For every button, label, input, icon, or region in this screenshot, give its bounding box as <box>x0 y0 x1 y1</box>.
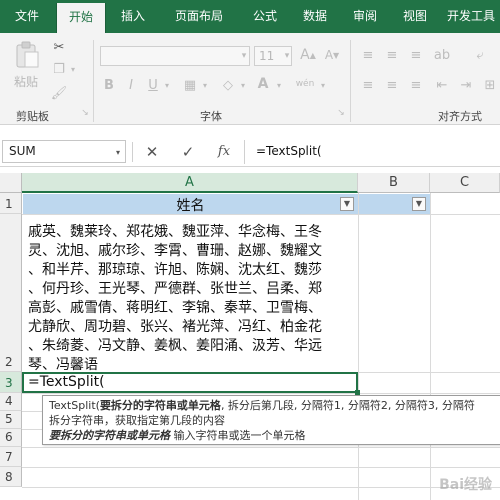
italic-icon[interactable]: I <box>122 76 140 94</box>
font-launcher-icon[interactable]: ↘ <box>336 106 346 120</box>
cell-a3-editor[interactable]: =TextSplit( <box>28 374 105 390</box>
row-header-6[interactable]: 6 <box>0 429 22 447</box>
font-color-icon[interactable]: A <box>254 74 272 94</box>
increase-font-icon[interactable]: A ▲ <box>298 45 318 65</box>
font-color-dropdown-icon[interactable]: ▾ <box>274 78 284 92</box>
cell-a2-line: 尤静欣、周功碧、张兴、褚光萍、冯红、柏金花 <box>28 319 322 335</box>
cell-a1-text: 姓名 <box>176 198 205 214</box>
cell-a2-line: 、和半芹、那琼琼、许旭、陈娴、沈太红、魏莎 <box>28 262 322 278</box>
tab-home[interactable]: 开始 <box>56 3 106 33</box>
function-tooltip: TextSplit(要拆分的字符串或单元格, 拆分后第几段, 分隔符1, 分隔符… <box>42 395 500 445</box>
column-header-b[interactable]: B <box>358 173 430 193</box>
cell-a2-line: 高彭、戚雪倩、蒋明红、李锦、秦苹、卫雪梅、 <box>28 300 322 316</box>
phonetic-dropdown-icon[interactable]: ▾ <box>318 78 328 92</box>
copy-icon[interactable]: ❐ <box>50 60 68 78</box>
orientation-icon[interactable]: ab <box>432 46 452 64</box>
underline-icon[interactable]: U <box>144 76 162 94</box>
row-header-4[interactable]: 4 <box>0 393 22 411</box>
tooltip-argument-hint: 要拆分的字符串或单元格 输入字符串或选一个单元格 <box>49 429 306 442</box>
tab-developer[interactable]: 开发工具 <box>442 0 500 33</box>
tab-page-layout[interactable]: 页面布局 <box>160 0 238 33</box>
gridline <box>22 447 500 448</box>
name-box[interactable]: SUM <box>2 140 126 163</box>
tab-file[interactable]: 文件 <box>0 0 54 33</box>
cell-a2-line: 琴、冯馨语 <box>28 357 98 373</box>
align-left-icon[interactable]: ≡ <box>358 76 378 94</box>
align-center-icon[interactable]: ≡ <box>382 76 402 94</box>
font-size-dropdown-icon[interactable]: ▾ <box>282 48 292 64</box>
gridline <box>22 487 500 488</box>
formula-bar-divider <box>244 140 245 164</box>
row-header-1[interactable]: 1 <box>0 193 22 214</box>
font-name-dropdown-icon[interactable]: ▾ <box>238 48 250 64</box>
wrap-text-icon[interactable]: ⤶ <box>470 46 490 64</box>
merge-cells-icon[interactable]: ⊞ <box>480 76 500 94</box>
column-header-c[interactable]: C <box>430 173 500 193</box>
column-header-a[interactable]: A <box>22 173 358 193</box>
align-top-icon[interactable]: ≡ <box>358 46 378 64</box>
align-bottom-icon[interactable]: ≡ <box>406 46 426 64</box>
decrease-font-icon[interactable]: A ▼ <box>322 45 342 65</box>
cell-a2-line: 、何丹珍、王光琴、严德群、张世兰、吕柔、郑 <box>28 281 322 297</box>
row-header-5[interactable]: 5 <box>0 411 22 429</box>
underline-dropdown-icon[interactable]: ▾ <box>162 78 172 92</box>
font-name-combo[interactable] <box>100 46 250 66</box>
watermark-logo: Bai经验 <box>439 477 492 493</box>
gridline <box>22 467 500 468</box>
increase-indent-icon[interactable]: ⇥ <box>456 76 476 94</box>
tooltip-description: 拆分字符串，获取指定第几段的内容 <box>49 414 225 427</box>
fill-color-dropdown-icon[interactable]: ▾ <box>238 78 248 92</box>
paste-icon[interactable] <box>10 40 44 70</box>
copy-dropdown-icon[interactable]: ▾ <box>68 62 78 76</box>
phonetic-icon[interactable]: wén <box>292 74 318 94</box>
clipboard-launcher-icon[interactable]: ↘ <box>80 106 90 120</box>
formula-bar-divider <box>132 142 133 162</box>
clipboard-group-label: 剪贴板 <box>16 110 49 123</box>
cell-a2-line: 、朱绮菱、冯文静、姜枫、姜阳涌、汲芳、华远 <box>28 338 322 354</box>
gridline <box>22 393 500 394</box>
row-header-7[interactable]: 7 <box>0 447 22 467</box>
fill-color-icon[interactable]: ◇ <box>218 76 238 94</box>
name-box-dropdown-icon[interactable]: ▾ <box>112 146 124 158</box>
border-dropdown-icon[interactable]: ▾ <box>200 78 210 92</box>
border-icon[interactable]: ▦ <box>180 76 200 94</box>
formula-input[interactable]: =TextSplit( <box>250 140 500 163</box>
ribbon-separator <box>93 40 94 122</box>
select-all-corner[interactable] <box>0 173 22 193</box>
font-group-label: 字体 <box>200 110 222 123</box>
decrease-indent-icon[interactable]: ⇤ <box>432 76 452 94</box>
tab-view[interactable]: 视图 <box>392 0 438 33</box>
bold-icon[interactable]: B <box>100 76 118 94</box>
cell-a2-line: 灵、沈旭、戚尔珍、李霄、曹珊、赵娜、魏耀文 <box>28 243 322 259</box>
gridline <box>430 193 431 500</box>
paste-label: 粘贴 <box>14 75 39 89</box>
insert-function-icon[interactable]: fx <box>212 142 236 162</box>
ribbon-separator <box>350 40 351 122</box>
row-header-3[interactable]: 3 <box>0 372 22 393</box>
filter-dropdown-icon[interactable]: ▼ <box>340 197 354 211</box>
tab-insert[interactable]: 插入 <box>110 0 156 33</box>
align-right-icon[interactable]: ≡ <box>406 76 426 94</box>
format-painter-icon[interactable]: 🖌 <box>50 84 68 102</box>
alignment-group-label: 对齐方式 <box>438 110 482 123</box>
cell-a2-line: 戚英、魏莱玲、郑花娥、魏亚萍、华念梅、王冬 <box>28 224 322 240</box>
tab-data[interactable]: 数据 <box>292 0 338 33</box>
tab-formulas[interactable]: 公式 <box>242 0 288 33</box>
tab-review[interactable]: 审阅 <box>342 0 388 33</box>
tooltip-signature: TextSplit(要拆分的字符串或单元格, 拆分后第几段, 分隔符1, 分隔符… <box>49 399 475 412</box>
cut-icon[interactable]: ✂ <box>50 38 68 56</box>
row-header-2[interactable]: 2 <box>0 214 22 372</box>
cancel-formula-icon[interactable]: ✕ <box>140 142 164 162</box>
gridline <box>358 193 359 500</box>
align-middle-icon[interactable]: ≡ <box>382 46 402 64</box>
filter-dropdown-icon[interactable]: ▼ <box>412 197 426 211</box>
row-header-8[interactable]: 8 <box>0 467 22 487</box>
enter-formula-icon[interactable]: ✓ <box>176 142 200 162</box>
